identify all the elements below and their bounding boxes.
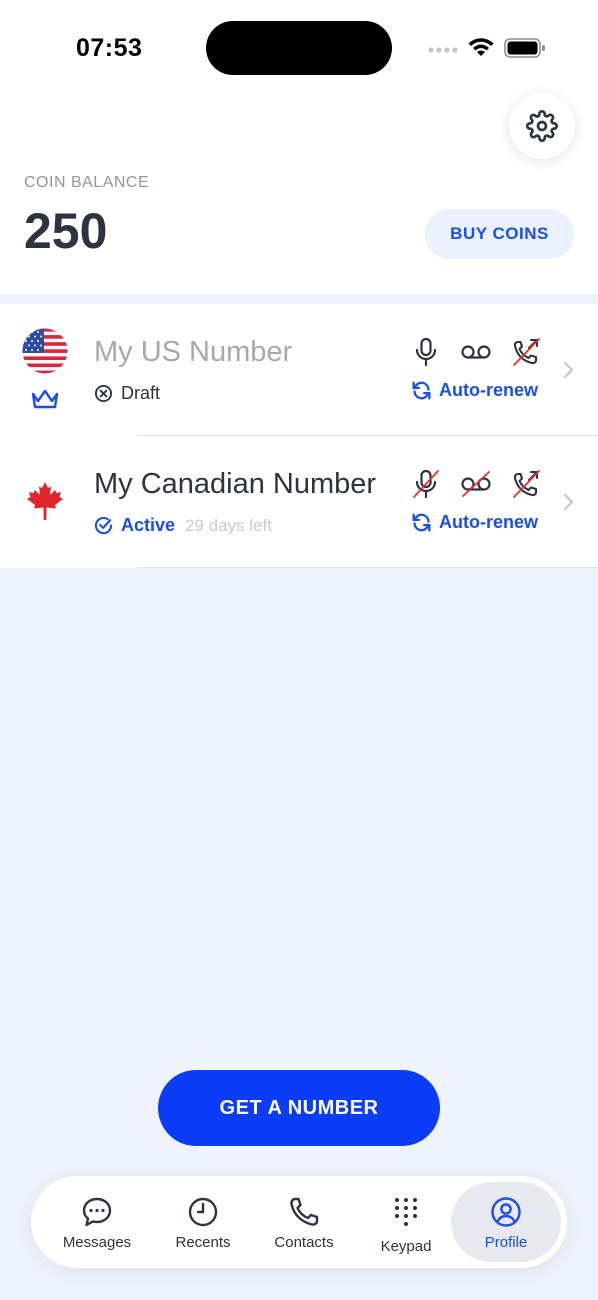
voicemail-disabled-icon: [461, 471, 491, 497]
refresh-icon: [412, 381, 431, 400]
get-a-number-button[interactable]: GET A NUMBER: [158, 1070, 440, 1146]
coin-balance-label: COIN BALANCE: [24, 174, 150, 191]
cellular-signal-icon: [428, 47, 458, 53]
microphone-disabled-icon: [413, 469, 439, 499]
coin-balance-value: 250: [24, 203, 108, 259]
call-forward-disabled-icon: [513, 470, 540, 498]
days-left-label: 29 days left: [185, 515, 272, 535]
dynamic-island: [206, 21, 392, 75]
tab-label: Keypad: [380, 1238, 432, 1255]
tab-messages[interactable]: Messages: [45, 1182, 149, 1262]
auto-renew-toggle[interactable]: Auto-renew: [411, 380, 538, 401]
tab-keypad[interactable]: Keypad: [356, 1182, 456, 1262]
tab-bar: Messages Recents Contacts Keypad Profile: [31, 1176, 567, 1268]
settings-button[interactable]: [509, 93, 575, 159]
wifi-icon: [468, 38, 494, 56]
auto-renew-label: Auto-renew: [439, 512, 538, 532]
tab-label: Messages: [62, 1234, 132, 1251]
tab-label: Contacts: [274, 1234, 334, 1251]
chevron-right-icon: [563, 493, 574, 511]
crown-icon: [31, 389, 59, 409]
auto-renew-label: Auto-renew: [439, 380, 538, 400]
refresh-icon: [412, 513, 431, 532]
number-title: My Canadian Number: [94, 468, 377, 500]
tab-recents[interactable]: Recents: [152, 1182, 254, 1262]
chevron-right-icon: [563, 361, 574, 379]
battery-icon: [504, 38, 545, 58]
status-bar: 07:53: [0, 0, 598, 96]
microphone-icon: [415, 337, 437, 367]
phone-icon: [290, 1197, 319, 1226]
x-circle-icon: [94, 384, 113, 403]
auto-renew-toggle[interactable]: Auto-renew: [411, 512, 538, 533]
keypad-icon: [395, 1198, 417, 1226]
number-row-us[interactable]: My US Number Draft Auto-renew: [0, 304, 598, 436]
status-active: Active 29 days left: [94, 515, 272, 536]
tab-label: Profile: [484, 1234, 528, 1251]
tab-contacts[interactable]: Contacts: [254, 1182, 354, 1262]
gear-icon: [526, 110, 558, 142]
section-divider: [0, 294, 598, 304]
voicemail-icon: [461, 345, 491, 359]
chat-bubble-icon: [82, 1197, 112, 1227]
canada-flag-icon: [27, 482, 63, 520]
status-label: Draft: [121, 383, 161, 403]
check-circle-icon: [94, 516, 113, 535]
buy-coins-button[interactable]: BUY COINS: [425, 209, 574, 259]
status-label: Active: [121, 515, 176, 535]
status-draft: Draft: [94, 383, 160, 404]
tab-label: Recents: [175, 1234, 231, 1251]
row-separator: [137, 567, 598, 568]
us-flag-icon: [22, 328, 68, 374]
call-forward-disabled-icon: [513, 338, 540, 366]
number-title: My US Number: [94, 336, 293, 368]
number-row-canada[interactable]: My Canadian Number Active 29 days left A…: [0, 436, 598, 568]
status-time: 07:53: [76, 34, 143, 62]
tab-profile[interactable]: Profile: [451, 1182, 561, 1262]
clock-icon: [188, 1197, 218, 1227]
profile-icon: [491, 1197, 521, 1227]
